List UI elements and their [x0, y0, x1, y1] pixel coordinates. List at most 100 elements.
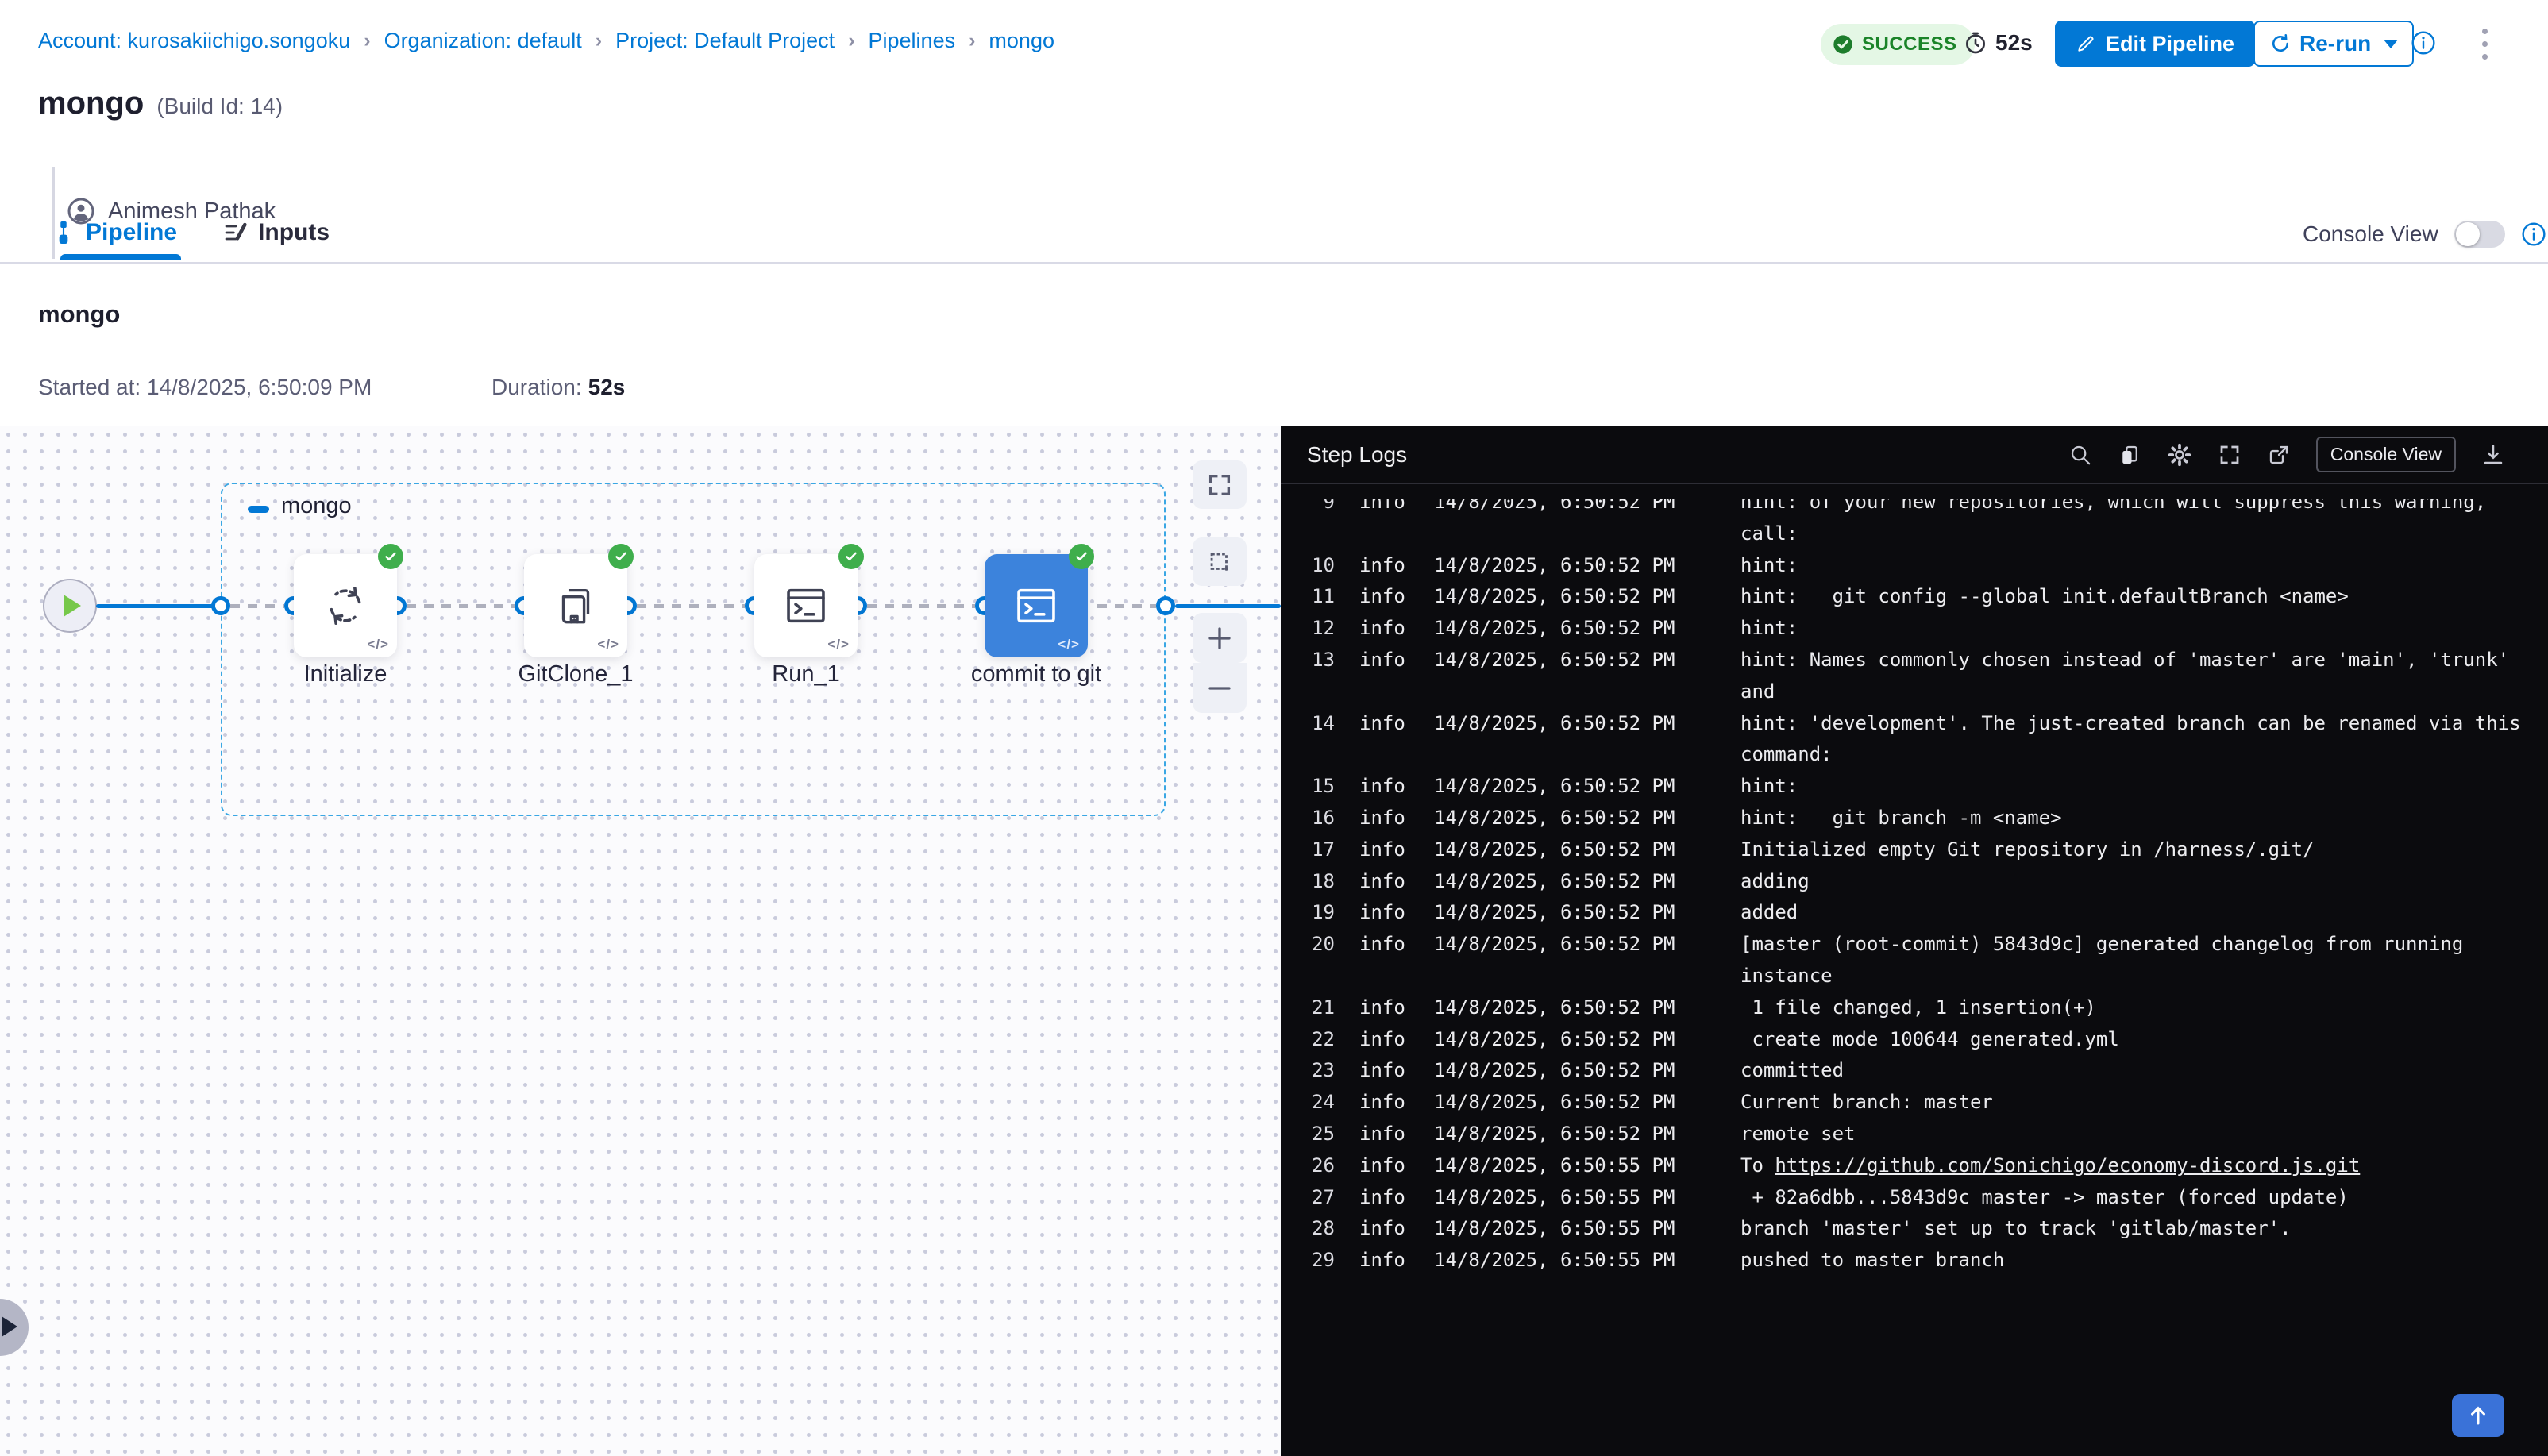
pipeline-step-run_1[interactable]: </>	[754, 554, 858, 657]
log-line: 18info14/8/2025, 6:50:52 PMadding	[1281, 865, 2548, 897]
log-line: 11info14/8/2025, 6:50:52 PMhint: git con…	[1281, 580, 2548, 612]
breadcrumb-separator: ›	[969, 29, 975, 52]
step-label: commit to git	[921, 661, 1151, 688]
log-line: 26info14/8/2025, 6:50:55 PMTo https://gi…	[1281, 1150, 2548, 1181]
settings-gear-icon[interactable]	[2167, 442, 2192, 468]
pipeline-icon	[51, 220, 76, 245]
log-line: 14info14/8/2025, 6:50:52 PMhint: 'develo…	[1281, 707, 2548, 739]
expand-panel-handle[interactable]	[0, 1299, 29, 1356]
expand-arrow-icon	[2, 1316, 17, 1337]
step-success-badge	[378, 544, 403, 569]
edge-solid	[1175, 604, 1281, 608]
edit-pipeline-button[interactable]: Edit Pipeline	[2055, 21, 2255, 67]
stage-name: mongo	[38, 300, 120, 329]
status-text: SUCCESS	[1862, 33, 1957, 56]
pipeline-step-gitclone_1[interactable]: </>	[524, 554, 627, 657]
step-success-badge	[608, 544, 634, 569]
log-line: 15info14/8/2025, 6:50:52 PMhint:	[1281, 770, 2548, 802]
log-line: and	[1281, 676, 2548, 707]
collapse-stage-icon[interactable]	[248, 506, 269, 513]
tab-pipeline[interactable]: Pipeline	[51, 219, 177, 246]
breadcrumb: Account: kurosakiichigo.songoku › Organiza…	[38, 29, 1054, 53]
edge-dashed	[1097, 604, 1156, 608]
info-icon[interactable]	[2411, 30, 2436, 56]
pipeline-step-initialize[interactable]: </>	[294, 554, 397, 657]
log-line: 20info14/8/2025, 6:50:52 PM[master (root…	[1281, 928, 2548, 960]
build-id: (Build Id: 14)	[156, 94, 283, 119]
log-line: 29info14/8/2025, 6:50:55 PMpushed to mas…	[1281, 1244, 2548, 1276]
pipeline-start-node[interactable]	[43, 579, 97, 633]
log-line: 17info14/8/2025, 6:50:52 PMInitialized e…	[1281, 834, 2548, 865]
info-icon[interactable]	[2521, 221, 2546, 247]
pipeline-step-commit-to-git[interactable]: </>	[985, 554, 1088, 657]
active-tab-underline	[60, 254, 181, 260]
breadcrumb-link[interactable]: Account: kurosakiichigo.songoku	[38, 29, 350, 53]
rerun-icon	[2269, 33, 2292, 55]
check-icon	[613, 549, 629, 564]
edge-dashed	[637, 604, 745, 608]
arrow-up-icon	[2466, 1404, 2490, 1427]
breadcrumb-link[interactable]: Project: Default Project	[615, 29, 835, 53]
check-icon	[1074, 549, 1089, 564]
connector-port	[1156, 596, 1175, 615]
log-line: 21info14/8/2025, 6:50:52 PM 1 file chang…	[1281, 992, 2548, 1023]
breadcrumb-link[interactable]: mongo	[989, 29, 1054, 53]
pipeline-canvas[interactable]: mongo </>Initialize</>GitClone_1</>Run_1…	[0, 426, 1281, 1456]
tabs-bottom-border	[0, 262, 2548, 264]
tab-inputs[interactable]: Inputs	[223, 219, 330, 246]
fullscreen-icon[interactable]	[2218, 443, 2242, 467]
download-icon[interactable]	[2481, 443, 2505, 467]
play-icon	[64, 595, 81, 617]
log-line: 9info14/8/2025, 6:50:52 PMhint: of your …	[1281, 499, 2548, 518]
code-icon: </>	[597, 637, 619, 653]
log-line: 12info14/8/2025, 6:50:52 PMhint:	[1281, 612, 2548, 644]
console-view-label: Console View	[2303, 221, 2438, 247]
log-line: 24info14/8/2025, 6:50:52 PMCurrent branc…	[1281, 1086, 2548, 1118]
terminal-icon	[781, 581, 831, 630]
edit-pipeline-label: Edit Pipeline	[2106, 32, 2234, 56]
success-check-icon	[1832, 33, 1854, 56]
stage-group-label: mongo	[281, 493, 352, 519]
log-output[interactable]: 9info14/8/2025, 6:50:52 PMhint: of your …	[1281, 499, 2548, 1456]
open-in-new-icon[interactable]	[2267, 443, 2291, 467]
clock-icon	[1963, 30, 1988, 56]
duration-value: 52s	[1995, 30, 2033, 56]
zoom-to-fit-button[interactable]	[1193, 460, 1247, 509]
rerun-button[interactable]: Re-run	[2253, 21, 2414, 67]
edge-dashed	[867, 604, 975, 608]
terminal-icon	[1012, 581, 1061, 630]
zoom-out-button[interactable]	[1193, 663, 1247, 713]
more-options-menu[interactable]	[2479, 25, 2491, 63]
breadcrumb-link[interactable]: Pipelines	[869, 29, 956, 53]
minus-icon	[1205, 674, 1234, 703]
step-success-badge	[838, 544, 864, 569]
zoom-in-button[interactable]	[1193, 613, 1247, 663]
search-icon[interactable]	[2068, 443, 2092, 467]
stage-meta: Started at: 14/8/2025, 6:50:09 PM Durati…	[38, 375, 753, 400]
scroll-to-top-button[interactable]	[2452, 1394, 2504, 1437]
page-title: mongo	[38, 86, 144, 121]
log-line: 19info14/8/2025, 6:50:52 PMadded	[1281, 896, 2548, 928]
log-line: 28info14/8/2025, 6:50:55 PMbranch 'maste…	[1281, 1212, 2548, 1244]
copy-icon[interactable]	[2118, 443, 2141, 467]
breadcrumb-separator: ›	[848, 29, 854, 52]
log-line: call:	[1281, 518, 2548, 549]
console-view-button[interactable]: Console View	[2316, 437, 2456, 472]
log-line: 13info14/8/2025, 6:50:52 PMhint: Names c…	[1281, 644, 2548, 676]
duration-indicator: 52s	[1963, 30, 2033, 56]
edge-dashed	[230, 604, 284, 608]
step-label: GitClone_1	[461, 661, 691, 688]
step-logs-title: Step Logs	[1307, 442, 1407, 468]
log-link[interactable]: https://github.com/Sonichigo/economy-dis…	[1775, 1154, 2360, 1177]
log-line: 23info14/8/2025, 6:50:52 PMcommitted	[1281, 1054, 2548, 1086]
code-icon: </>	[1058, 637, 1080, 653]
breadcrumb-separator: ›	[364, 29, 370, 52]
breadcrumb-separator: ›	[596, 29, 602, 52]
console-view-toggle[interactable]	[2454, 221, 2505, 248]
log-line: 27info14/8/2025, 6:50:55 PM + 82a6dbb...…	[1281, 1181, 2548, 1213]
log-line: 22info14/8/2025, 6:50:52 PM create mode …	[1281, 1023, 2548, 1055]
breadcrumb-link[interactable]: Organization: default	[384, 29, 582, 53]
log-line: instance	[1281, 960, 2548, 992]
edge-solid	[96, 604, 221, 608]
selection-mode-button[interactable]	[1193, 537, 1247, 586]
